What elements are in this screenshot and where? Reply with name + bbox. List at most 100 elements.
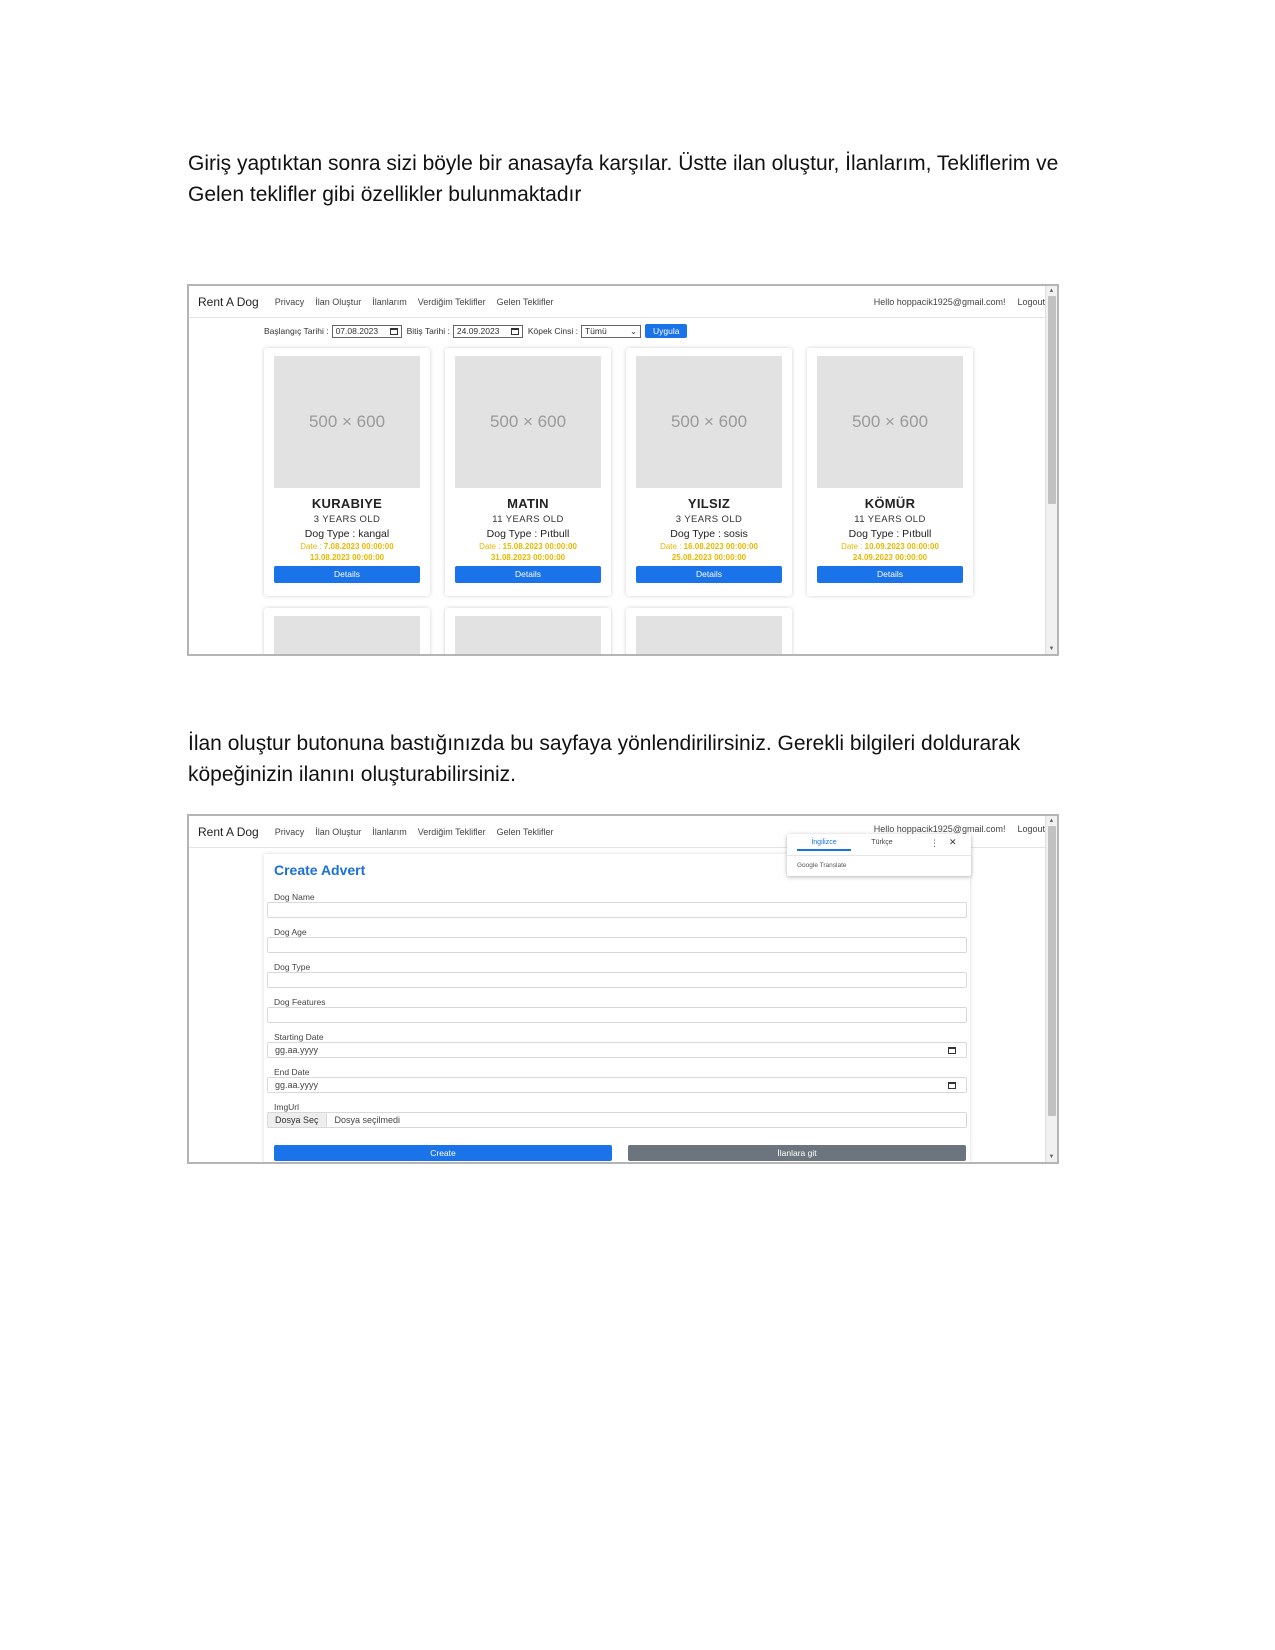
imgurl-file-input[interactable]: Dosya Seç Dosya seçilmedi xyxy=(267,1112,967,1128)
dog-age: 3 YEARS OLD xyxy=(675,514,743,525)
scroll-down-arrow-icon[interactable]: ▼ xyxy=(1046,644,1057,654)
dog-name: YILSIZ xyxy=(687,496,731,511)
date-label: Date : xyxy=(660,542,682,551)
date-start: Date : 15.08.2023 00:00:00 xyxy=(445,542,611,551)
dog-card: 500 × 600 KURABIYE 3 YEARS OLD Dog Type … xyxy=(264,348,430,596)
details-button[interactable]: Details xyxy=(455,566,601,583)
date-start-value: 15.08.2023 00:00:00 xyxy=(502,542,577,551)
create-advert-paragraph: İlan oluştur butonuna bastığınızda bu sa… xyxy=(188,728,1088,790)
nav-my-adverts[interactable]: İlanlarım xyxy=(372,297,407,307)
nav-incoming-offers[interactable]: Gelen Teklifler xyxy=(497,827,554,837)
scroll-thumb[interactable] xyxy=(1048,296,1056,504)
dog-card: 500 × 600 KÖMÜR 11 YEARS OLD Dog Type : … xyxy=(807,348,973,596)
nav-my-offers[interactable]: Verdiğim Teklifler xyxy=(418,297,486,307)
google-translate-popup: İngilizce Türkçe ⋮ ✕ Google Translate xyxy=(787,834,971,876)
end-date-label: Bitiş Tarihi : xyxy=(406,326,450,336)
image-placeholder: 500 × 600 xyxy=(455,356,601,488)
image-placeholder xyxy=(455,616,601,654)
create-button[interactable]: Create xyxy=(274,1145,612,1161)
dog-type: Dog Type : kangal xyxy=(304,528,390,540)
form-title: Create Advert xyxy=(274,862,366,878)
create-advert-screenshot: Rent A Dog Privacy İlan Oluştur İlanları… xyxy=(187,814,1059,1164)
dog-features-input[interactable] xyxy=(267,1007,967,1023)
homepage-screenshot: Rent A Dog Privacy İlan Oluştur İlanları… xyxy=(187,284,1059,656)
start-date-input[interactable]: 07.08.2023 xyxy=(331,324,402,338)
logout-link[interactable]: Logout xyxy=(1017,824,1045,834)
scroll-up-arrow-icon[interactable]: ▲ xyxy=(1046,816,1057,826)
scrollbar[interactable]: ▲ ▼ xyxy=(1045,816,1057,1162)
scroll-thumb[interactable] xyxy=(1048,826,1056,1116)
intro-line-1: Giriş yaptıktan sonra sizi böyle bir ana… xyxy=(188,152,1059,175)
back-to-adverts-button[interactable]: İlanlara git xyxy=(628,1145,966,1161)
translate-brand: Google Translate xyxy=(797,862,847,869)
image-placeholder: 500 × 600 xyxy=(274,356,420,488)
apply-button[interactable]: Uygula xyxy=(644,324,688,338)
date-start: Date : 16.08.2023 00:00:00 xyxy=(626,542,792,551)
calendar-icon[interactable] xyxy=(389,327,398,335)
nav-privacy[interactable]: Privacy xyxy=(275,827,305,837)
date-label: Date : xyxy=(300,542,322,551)
dog-card-partial xyxy=(264,608,430,654)
dog-type-select[interactable]: Tümü ⌄ xyxy=(580,324,641,338)
dog-features-label: Dog Features xyxy=(274,997,326,1007)
dog-card-partial xyxy=(626,608,792,654)
more-vert-icon[interactable]: ⋮ xyxy=(930,838,939,849)
dog-type: Dog Type : sosis xyxy=(670,528,748,540)
nav-privacy[interactable]: Privacy xyxy=(275,297,305,307)
imgurl-label: ImgUrl xyxy=(274,1102,300,1112)
date-end: 25.08.2023 00:00:00 xyxy=(671,553,747,562)
scrollbar[interactable]: ▲ ▼ xyxy=(1045,286,1057,654)
start-date-value: 07.08.2023 xyxy=(335,326,379,336)
user-greeting[interactable]: Hello hoppacik1925@gmail.com! xyxy=(874,824,1006,834)
nav-my-offers[interactable]: Verdiğim Teklifler xyxy=(418,827,486,837)
brand-link[interactable]: Rent A Dog xyxy=(198,295,259,309)
calendar-icon[interactable] xyxy=(948,1047,956,1054)
calendar-icon[interactable] xyxy=(948,1082,956,1089)
date-end: 31.08.2023 00:00:00 xyxy=(490,553,566,562)
tab-english[interactable]: İngilizce xyxy=(797,839,851,851)
brand-link[interactable]: Rent A Dog xyxy=(198,825,259,839)
intro-line-2: Gelen teklifler gibi özellikler bulunmak… xyxy=(188,183,582,206)
dog-type-value: Tümü xyxy=(584,326,607,336)
starting-date-label: Starting Date xyxy=(274,1032,324,1042)
scroll-down-arrow-icon[interactable]: ▼ xyxy=(1046,1152,1057,1162)
end-date-placeholder: gg.aa.yyyy xyxy=(275,1080,319,1090)
tab-turkish[interactable]: Türkçe xyxy=(857,839,907,846)
starting-date-input[interactable]: gg.aa.yyyy xyxy=(267,1042,967,1058)
details-button[interactable]: Details xyxy=(636,566,782,583)
image-placeholder xyxy=(274,616,420,654)
close-icon[interactable]: ✕ xyxy=(949,837,957,848)
nav-my-adverts[interactable]: İlanlarım xyxy=(372,827,407,837)
choose-file-button[interactable]: Dosya Seç xyxy=(268,1113,327,1127)
filter-bar: Başlangıç Tarihi : 07.08.2023 Bitiş Tari… xyxy=(264,324,688,338)
create-line-2: köpeğinizin ilanını oluşturabilirsiniz. xyxy=(188,763,517,786)
scroll-up-arrow-icon[interactable]: ▲ xyxy=(1046,286,1057,296)
date-start-value: 7.08.2023 00:00:00 xyxy=(323,542,394,551)
image-placeholder xyxy=(636,616,782,654)
dog-name-input[interactable] xyxy=(267,902,967,918)
date-end: 13.08.2023 00:00:00 xyxy=(309,553,385,562)
dog-age-input[interactable] xyxy=(267,937,967,953)
dog-card: 500 × 600 MATIN 11 YEARS OLD Dog Type : … xyxy=(445,348,611,596)
end-date-input[interactable]: gg.aa.yyyy xyxy=(267,1077,967,1093)
date-start-value: 10.09.2023 00:00:00 xyxy=(864,542,939,551)
nav-create-advert[interactable]: İlan Oluştur xyxy=(315,297,361,307)
dog-type-input[interactable] xyxy=(267,972,967,988)
end-date-input[interactable]: 24.09.2023 xyxy=(452,324,523,338)
details-button[interactable]: Details xyxy=(817,566,963,583)
create-advert-form: Create Advert Dog Name Dog Age Dog Type … xyxy=(264,854,970,1162)
dog-type-label: Dog Type xyxy=(274,962,311,972)
user-greeting[interactable]: Hello hoppacik1925@gmail.com! xyxy=(874,297,1006,307)
calendar-icon[interactable] xyxy=(510,327,519,335)
create-line-1: İlan oluştur butonuna bastığınızda bu sa… xyxy=(188,732,1021,755)
dog-age: 11 YEARS OLD xyxy=(492,514,564,525)
nav-create-advert[interactable]: İlan Oluştur xyxy=(315,827,361,837)
image-placeholder: 500 × 600 xyxy=(636,356,782,488)
nav-incoming-offers[interactable]: Gelen Teklifler xyxy=(497,297,554,307)
dog-name: KURABIYE xyxy=(311,496,383,511)
navbar-right: Hello hoppacik1925@gmail.com! Logout xyxy=(874,286,1045,318)
dog-type-label: Köpek Cinsi : xyxy=(527,326,578,336)
dog-name: MATIN xyxy=(507,496,549,511)
logout-link[interactable]: Logout xyxy=(1017,297,1045,307)
details-button[interactable]: Details xyxy=(274,566,420,583)
